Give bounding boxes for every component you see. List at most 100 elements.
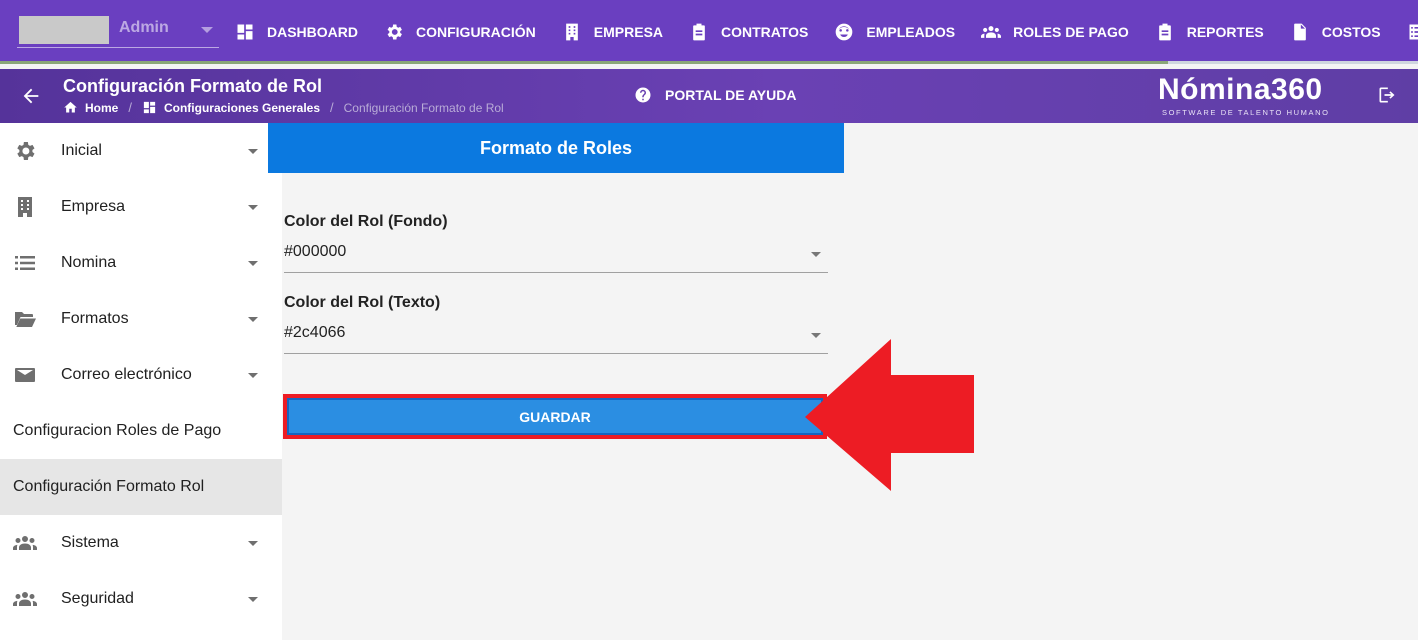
- help-circle-icon: [635, 87, 651, 103]
- dashboard-icon: [143, 101, 156, 114]
- breadcrumb-label: Configuraciones Generales: [163, 100, 321, 115]
- users-icon: [981, 26, 1002, 38]
- help-portal-link[interactable]: PORTAL DE AYUDA: [634, 86, 796, 104]
- nav-label: EMPLEADOS: [866, 24, 956, 40]
- page-title: Configuración Formato de Rol: [63, 76, 322, 96]
- breadcrumb-label: Home: [85, 100, 119, 115]
- sidebar-item-configuracion-formato-rol[interactable]: Configuración Formato Rol: [0, 459, 282, 515]
- sidebar: Inicial Empresa Nomina Formatos Correo e…: [0, 123, 282, 640]
- loading-bar-fill: [0, 61, 1168, 64]
- users-icon: [13, 587, 37, 611]
- sidebar-item-formatos[interactable]: Formatos: [0, 291, 282, 347]
- logout-icon: [1379, 87, 1395, 103]
- field-label: Color del Rol (Texto): [284, 294, 441, 311]
- nav-contratos[interactable]: CONTRATOS: [676, 0, 821, 64]
- dashboard-icon: [237, 24, 253, 40]
- nav-reportes[interactable]: REPORTES: [1142, 0, 1277, 64]
- brand-name: Nómina360: [1158, 73, 1323, 106]
- sidebar-item-seguridad[interactable]: Seguridad: [0, 571, 282, 627]
- background-color-field: Color del Rol (Fondo) #000000: [284, 213, 828, 273]
- breadcrumb-configuraciones[interactable]: Configuraciones Generales: [142, 100, 320, 115]
- nav-label: DASHBOARD: [267, 24, 358, 40]
- breadcrumb: Home / Configuraciones Generales / Confi…: [63, 100, 504, 115]
- list-icon: [13, 251, 37, 275]
- nav-label: REPORTES: [1186, 24, 1264, 40]
- breadcrumb-separator: /: [128, 100, 132, 115]
- main-nav: DASHBOARD CONFIGURACIÓN EMPRESA CONTRATO…: [222, 0, 1418, 64]
- field-value: #2c4066: [284, 324, 346, 341]
- face-icon: [836, 23, 853, 41]
- home-icon: [64, 101, 77, 113]
- sidebar-item-label: Configuracion Roles de Pago: [13, 422, 222, 439]
- user-avatar-redacted: [19, 16, 109, 44]
- sidebar-item-label: Correo electrónico: [61, 366, 192, 383]
- caret-down-icon: [201, 27, 213, 33]
- back-button[interactable]: [20, 85, 42, 107]
- panel-title: Formato de Roles: [479, 137, 633, 158]
- breadcrumb-home[interactable]: Home: [63, 100, 118, 115]
- gear-icon: [13, 139, 37, 163]
- nav-configuracion[interactable]: CONFIGURACIÓN: [371, 0, 549, 64]
- building-icon: [13, 195, 37, 219]
- sidebar-item-nomina[interactable]: Nomina: [0, 235, 282, 291]
- user-selector[interactable]: Admin: [17, 14, 219, 48]
- logout-button[interactable]: [1377, 85, 1399, 107]
- sidebar-item-sistema[interactable]: Sistema: [0, 515, 282, 571]
- folder-open-icon: [13, 307, 37, 331]
- nav-dashboard[interactable]: DASHBOARD: [222, 0, 371, 64]
- nav-more[interactable]: [1394, 0, 1418, 64]
- sidebar-item-label: Configuración Formato Rol: [13, 478, 205, 495]
- gear-icon: [387, 24, 402, 40]
- list-icon: [1409, 24, 1418, 40]
- nav-label: EMPRESA: [593, 24, 664, 40]
- nav-empresa[interactable]: EMPRESA: [549, 0, 676, 64]
- field-value: #000000: [284, 243, 347, 260]
- help-label: PORTAL DE AYUDA: [665, 87, 797, 103]
- breadcrumb-separator: /: [330, 100, 334, 115]
- brand-tagline: SOFTWARE DE TALENTO HUMANO: [1162, 108, 1330, 117]
- nav-roles-de-pago[interactable]: ROLES DE PAGO: [968, 0, 1142, 64]
- panel-header: Formato de Roles: [268, 123, 844, 173]
- field-label: Color del Rol (Fondo): [284, 213, 448, 230]
- sidebar-item-label: Seguridad: [61, 590, 134, 607]
- nav-label: CONTRATOS: [721, 24, 809, 40]
- users-icon: [13, 531, 37, 555]
- caret-down-icon: [248, 373, 258, 378]
- sidebar-item-label: Sistema: [61, 534, 119, 551]
- sidebar-item-label: Formatos: [61, 310, 129, 327]
- caret-down-icon: [811, 252, 821, 257]
- loading-bar-accent: [1168, 61, 1418, 64]
- arrow-left-annotation-icon: [805, 339, 974, 491]
- loading-bar: [0, 61, 1418, 64]
- caret-down-icon: [248, 261, 258, 266]
- building-icon: [565, 23, 578, 41]
- sidebar-item-correo[interactable]: Correo electrónico: [0, 347, 282, 403]
- sidebar-item-label: Nomina: [61, 254, 117, 271]
- text-color-select[interactable]: #2c4066: [284, 318, 828, 354]
- sidebar-item-label: Inicial: [61, 142, 102, 159]
- save-button[interactable]: GUARDAR: [287, 398, 823, 435]
- clipboard-icon: [1158, 23, 1171, 41]
- sidebar-item-empresa[interactable]: Empresa: [0, 179, 282, 235]
- text-color-field: Color del Rol (Texto) #2c4066: [284, 294, 828, 354]
- nav-empleados[interactable]: EMPLEADOS: [821, 0, 968, 64]
- nav-costos[interactable]: COSTOS: [1277, 0, 1394, 64]
- sidebar-item-label: Empresa: [61, 198, 126, 215]
- save-highlight-box: GUARDAR: [283, 394, 827, 439]
- caret-down-icon: [248, 149, 258, 154]
- top-navbar: Admin DASHBOARD CONFIGURACIÓN EMPRESA CO…: [0, 0, 1418, 64]
- dollar-file-icon: [1293, 23, 1306, 41]
- brand-logo: Nómina360 SOFTWARE DE TALENTO HUMANO: [1158, 73, 1338, 119]
- nav-label: COSTOS: [1321, 24, 1381, 40]
- sidebar-item-inicial[interactable]: Inicial: [0, 123, 282, 179]
- nav-label: ROLES DE PAGO: [1013, 24, 1129, 40]
- breadcrumb-current: Configuración Formato de Rol: [343, 100, 504, 115]
- clipboard-icon: [693, 23, 705, 41]
- caret-down-icon: [248, 597, 258, 602]
- caret-down-icon: [248, 317, 258, 322]
- background-color-select[interactable]: #000000: [284, 237, 828, 273]
- mail-icon: [13, 363, 37, 387]
- sidebar-item-configuracion-roles[interactable]: Configuracion Roles de Pago: [0, 403, 282, 459]
- arrow-left-icon: [23, 88, 39, 104]
- caret-down-icon: [248, 205, 258, 210]
